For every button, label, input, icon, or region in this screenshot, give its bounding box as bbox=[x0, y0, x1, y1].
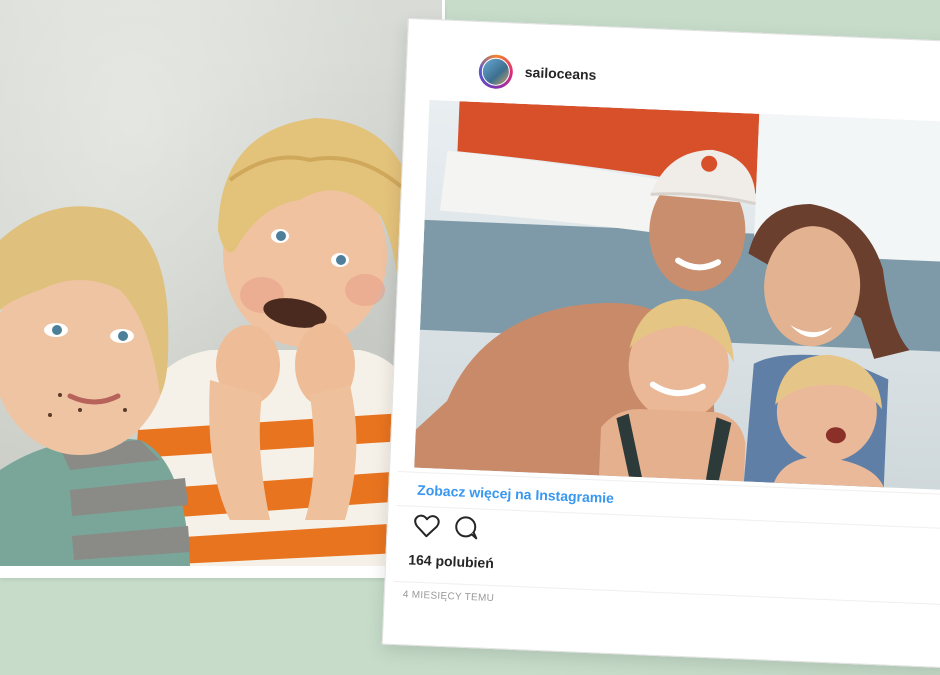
username-link[interactable]: sailoceans bbox=[525, 64, 597, 83]
likes-count[interactable]: 164 polubień bbox=[408, 551, 494, 571]
heart-icon[interactable] bbox=[413, 514, 440, 539]
post-timestamp[interactable]: 4 MIESIĘCY TEMU bbox=[403, 589, 495, 604]
instagram-embed-card: sailoceans Zobacz więcej na Instagramie … bbox=[381, 18, 940, 669]
left-photo-frame bbox=[0, 0, 445, 578]
see-more-link[interactable]: Zobacz więcej na Instagramie bbox=[417, 482, 614, 506]
child-left bbox=[0, 206, 190, 566]
post-actions bbox=[413, 514, 480, 541]
avatar[interactable] bbox=[478, 54, 514, 90]
kids-photo bbox=[0, 0, 442, 566]
comment-icon[interactable] bbox=[454, 515, 481, 540]
family-photo-illustration bbox=[414, 101, 940, 488]
post-photo[interactable] bbox=[414, 99, 940, 491]
kids-photo-illustration bbox=[0, 118, 421, 566]
avatar-image bbox=[481, 57, 511, 87]
